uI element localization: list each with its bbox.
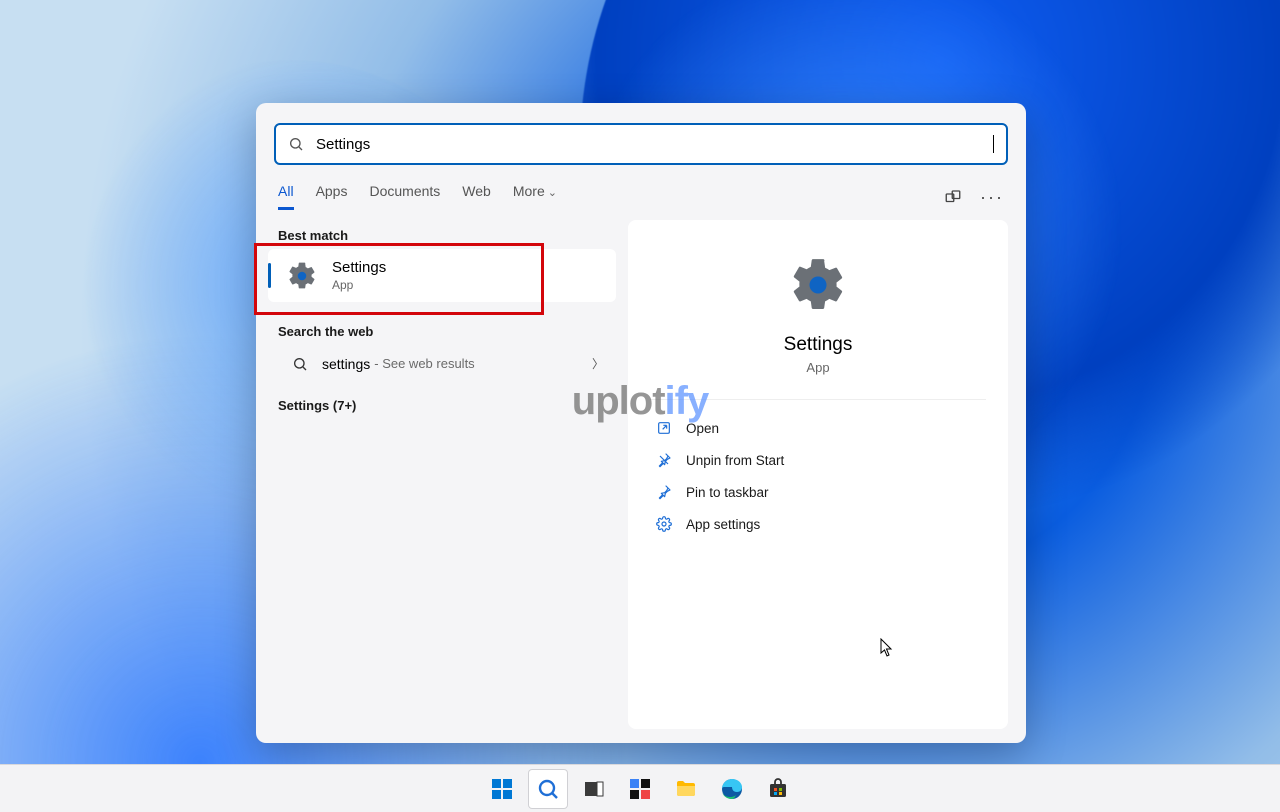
folder-icon [674,777,698,801]
open-icon [656,420,672,436]
windows-icon [490,777,514,801]
action-unpin-start[interactable]: Unpin from Start [650,444,986,476]
action-label: Open [686,421,719,436]
chevron-down-icon: ⌄ [548,187,557,199]
chevron-right-icon: 〉 [592,355,604,372]
tab-apps[interactable]: Apps [316,183,348,210]
web-result-suffix: - See web results [374,356,474,371]
search-input[interactable] [316,136,999,153]
detail-subtitle: App [806,360,829,375]
action-label: App settings [686,517,760,532]
start-search-panel: All Apps Documents Web More⌄ ··· Best ma… [256,103,1026,743]
section-search-web: Search the web [274,316,616,345]
taskbar [0,764,1280,812]
section-settings-more: Settings (7+) [274,390,616,419]
tab-documents[interactable]: Documents [369,183,440,210]
search-icon [292,356,308,372]
taskbar-widgets-button[interactable] [620,769,660,809]
share-icon[interactable] [944,188,962,206]
tab-more[interactable]: More⌄ [513,183,557,210]
taskview-icon [582,777,606,801]
pin-icon [656,484,672,500]
taskbar-search-button[interactable] [528,769,568,809]
taskbar-edge-button[interactable] [712,769,752,809]
text-caret [993,135,994,153]
filter-tabs: All Apps Documents Web More⌄ ··· [274,183,1008,210]
best-match-subtitle: App [332,278,386,292]
gear-icon [656,516,672,532]
taskbar-taskview-button[interactable] [574,769,614,809]
action-app-settings[interactable]: App settings [650,508,986,540]
action-label: Unpin from Start [686,453,784,468]
tab-web[interactable]: Web [462,183,491,210]
widgets-icon [628,777,652,801]
more-options-icon[interactable]: ··· [980,188,1004,206]
start-button[interactable] [482,769,522,809]
unpin-icon [656,452,672,468]
action-open[interactable]: Open [650,412,986,444]
results-list: Best match Settings App Search the web s… [274,220,616,729]
best-match-title: Settings [332,259,386,276]
web-result-term: settings [322,356,370,372]
web-result-item[interactable]: settings - See web results 〉 [274,345,616,382]
tab-all[interactable]: All [278,183,294,210]
search-icon [288,136,304,152]
detail-title: Settings [784,334,853,356]
gear-icon [286,260,318,292]
best-match-item[interactable]: Settings App [268,249,616,302]
section-best-match: Best match [274,220,616,249]
detail-pane: Settings App Open Unpin from Start Pin t… [628,220,1008,729]
divider [650,399,986,400]
gear-icon [787,254,849,316]
taskbar-explorer-button[interactable] [666,769,706,809]
search-box[interactable] [274,123,1008,165]
edge-icon [720,777,744,801]
taskbar-store-button[interactable] [758,769,798,809]
store-icon [766,777,790,801]
action-pin-taskbar[interactable]: Pin to taskbar [650,476,986,508]
action-label: Pin to taskbar [686,485,769,500]
search-icon [536,777,560,801]
